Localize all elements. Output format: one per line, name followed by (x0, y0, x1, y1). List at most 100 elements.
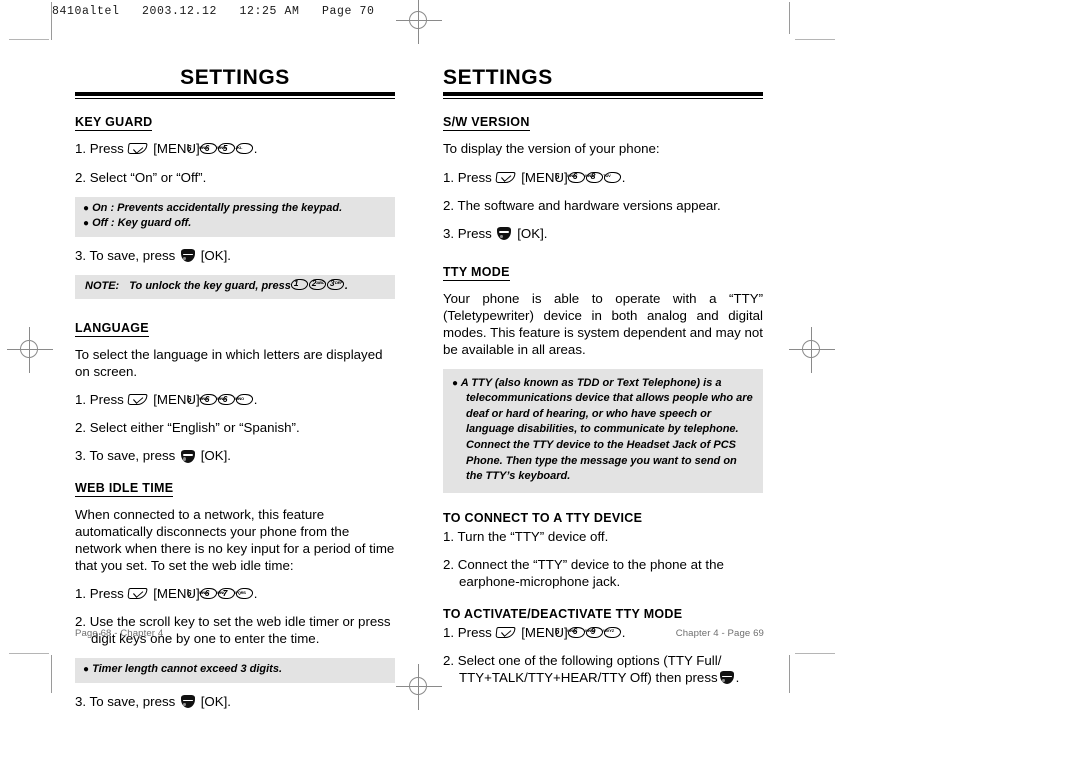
sw-version-step3-post: [OK]. (517, 225, 548, 241)
section-heading-tty-mode: TTY MODE (443, 264, 510, 281)
bullet-dot-icon: ● (83, 664, 90, 676)
key-guard-bullet-on: ● On : Prevents accidentally pressing th… (83, 201, 343, 214)
trim-line-right-top (789, 2, 791, 34)
keypad-key-7: 7 PQRS (223, 588, 255, 600)
key-guard-step-1: 1. Press [MENU] 6 MNO 6 MNO 5 JKL. (75, 140, 395, 157)
tty-mode-note-box: ● A TTY (also known as TDD or Text Telep… (443, 368, 763, 493)
sw-version-step-3: 3. Press [OK]. (443, 225, 763, 242)
tty-mode-intro: Your phone is able to operate with a “TT… (443, 290, 763, 357)
note-label: NOTE: (85, 279, 120, 292)
web-idle-step-1: 1. Press [MENU] 6 MNO 6 MNO 7 PQRS. (75, 585, 395, 602)
keypad-key-8: 8 TUV (591, 171, 623, 183)
footer-left: Page 68 - Chapter 4 (75, 628, 164, 639)
section-heading-activate-tty: TO ACTIVATE/DEACTIVATE TTY MODE (443, 606, 683, 621)
title-rule-right (443, 92, 763, 100)
sw-version-step1-post: . (621, 169, 626, 185)
key-guard-bullet-off: ● Off : Key guard off. (83, 217, 192, 230)
ok-button-icon (719, 671, 734, 685)
section-heading-language: LANGUAGE (75, 321, 149, 338)
keypad-key-1: 1 (290, 278, 310, 290)
bullet-dot-icon: ● (83, 202, 90, 214)
language-step1-mid: [MENU] (153, 392, 200, 408)
sw-version-intro: To display the version of your phone: (443, 141, 660, 157)
keypad-key-3: 3 DEF (326, 278, 346, 290)
web-idle-step1-mid: [MENU] (153, 586, 200, 602)
registration-mark-bottom (396, 664, 442, 710)
footer-right: Chapter 4 - Page 69 (675, 628, 764, 639)
language-step3-post: [OK]. (200, 448, 231, 464)
activate-tty-step2-post: . (735, 669, 740, 685)
key-guard-step1-pre: 1. Press (75, 141, 124, 157)
language-step-1: 1. Press [MENU] 6 MNO 6 MNO 6 MNO. (75, 391, 395, 408)
language-step1-post: . (253, 392, 258, 408)
web-idle-step1-pre: 1. Press (75, 586, 124, 602)
key-guard-step1-post: . (253, 141, 258, 157)
key-guard-unlock-note: NOTE: To unlock the key guard, press 1 2 ABC… (75, 274, 395, 300)
keypad-key-6: 6 MNO (223, 394, 255, 406)
ok-button-icon (180, 695, 195, 709)
keypad-key-9: 9 WXYZ (591, 626, 623, 638)
section-heading-key-guard: KEY GUARD (75, 115, 153, 132)
language-step1-pre: 1. Press (75, 392, 124, 408)
note-post: . (344, 279, 348, 292)
prepress-slug-line: 8410altel 2003.12.12 12:25 AM Page 70 (52, 5, 375, 18)
activate-tty-step-2: 2. Select one of the following options (… (443, 652, 763, 686)
section-heading-connect-tty: TO CONNECT TO A TTY DEVICE (443, 510, 643, 525)
key-guard-step-2: 2. Select “On” or “Off”. (75, 169, 207, 185)
registration-mark-top (396, 0, 442, 44)
trim-line-top-right (795, 39, 835, 41)
language-step3-pre: 3. To save, press (75, 448, 176, 464)
connect-tty-step-1: 1. Turn the “TTY” device off. (443, 528, 609, 544)
title-rule-left (75, 92, 395, 100)
ok-button-icon (180, 449, 195, 463)
left-page: SETTINGS KEY GUARD 1. Press [MENU] 6 MNO 6 M… (75, 66, 395, 721)
sw-version-step3-pre: 3. Press (443, 225, 492, 241)
trim-line-bottom-left (9, 653, 49, 655)
sw-version-step-2: 2. The software and hardware versions ap… (443, 197, 721, 213)
web-idle-step3-post: [OK]. (200, 693, 231, 709)
language-step-3: 3. To save, press [OK]. (75, 447, 395, 464)
bullet-dot-icon: ● (83, 218, 90, 230)
page-title-left: SETTINGS (180, 66, 290, 89)
language-intro: To select the language in which letters … (75, 347, 383, 380)
menu-softkey-icon (127, 588, 149, 600)
menu-softkey-icon (127, 143, 149, 155)
section-heading-web-idle-time: WEB IDLE TIME (75, 481, 174, 498)
note-text: To unlock the key guard, press (129, 279, 291, 292)
sw-version-step1-pre: 1. Press (443, 169, 492, 185)
keypad-key-5: 5 JKL (223, 143, 255, 155)
trim-line-bottom-right (795, 653, 835, 655)
tty-mode-bullet: ● A TTY (also known as TDD or Text Telep… (452, 376, 753, 483)
web-idle-note-box: ● Timer length cannot exceed 3 digits. (75, 658, 395, 683)
web-idle-bullet-timer: ● Timer length cannot exceed 3 digits. (83, 663, 283, 676)
keypad-key-2: 2 ABC (308, 278, 328, 290)
registration-mark-left (7, 327, 53, 373)
trim-line-right-bottom (789, 655, 791, 693)
ok-button-icon (180, 249, 195, 263)
section-heading-sw-version: S/W VERSION (443, 115, 530, 132)
web-idle-step3-pre: 3. To save, press (75, 693, 176, 709)
web-idle-intro: When connected to a network, this featur… (75, 507, 395, 574)
key-guard-step1-mid: [MENU] (153, 141, 200, 157)
trim-line-left-bottom (51, 655, 53, 693)
page-title-right: SETTINGS (443, 66, 553, 89)
web-idle-step1-post: . (253, 586, 258, 602)
menu-softkey-icon (495, 171, 517, 184)
activate-tty-step1-post: . (621, 624, 626, 640)
menu-softkey-icon (127, 394, 149, 406)
sw-version-step-1: 1. Press [MENU] 6 MNO 6 MNO 8 TUV. (443, 169, 763, 186)
activate-tty-step1-mid: [MENU] (521, 624, 568, 640)
key-guard-step-3: 3. To save, press [OK]. (75, 247, 395, 264)
key-guard-step3-post: [OK]. (200, 247, 231, 263)
language-step-2: 2. Select either “English” or “Spanish”. (75, 420, 300, 436)
menu-softkey-icon (495, 626, 517, 639)
activate-tty-step1-pre: 1. Press (443, 624, 492, 640)
activate-tty-step2-pre: 2. Select one of the following options (… (443, 652, 722, 685)
registration-mark-right (789, 327, 835, 373)
key-guard-step3-pre: 3. To save, press (75, 247, 176, 263)
ok-button-icon (497, 227, 512, 241)
key-guard-note-box: ● On : Prevents accidentally pressing th… (75, 196, 395, 237)
sw-version-step1-mid: [MENU] (521, 169, 568, 185)
bullet-dot-icon: ● (452, 377, 459, 389)
right-page: SETTINGS S/W VERSION To display the vers… (443, 66, 763, 697)
